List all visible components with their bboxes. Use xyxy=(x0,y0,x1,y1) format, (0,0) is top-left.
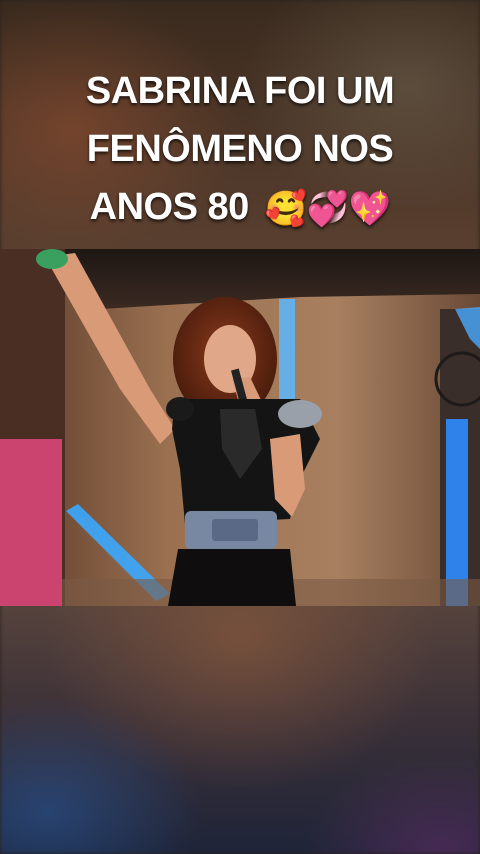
performer-video-frame xyxy=(0,249,480,606)
performance-video[interactable] xyxy=(0,249,480,606)
caption-line-2: FENÔMENO NOS xyxy=(86,128,394,170)
caption-line-1: SABRINA FOI UM xyxy=(85,70,395,112)
heart-emojis-icon: 🥰💞💖 xyxy=(264,188,391,229)
caption-line-3-text: ANOS 80 xyxy=(89,186,250,228)
reel-frame: SABRINA FOI UM FENÔMENO NOS ANOS 80 🥰💞💖 xyxy=(0,0,480,854)
caption-line-3: ANOS 80 🥰💞💖 xyxy=(0,178,480,236)
blurred-bottom-area xyxy=(0,606,480,854)
caption-text: SABRINA FOI UM FENÔMENO NOS ANOS 80 🥰💞💖 xyxy=(0,62,480,236)
